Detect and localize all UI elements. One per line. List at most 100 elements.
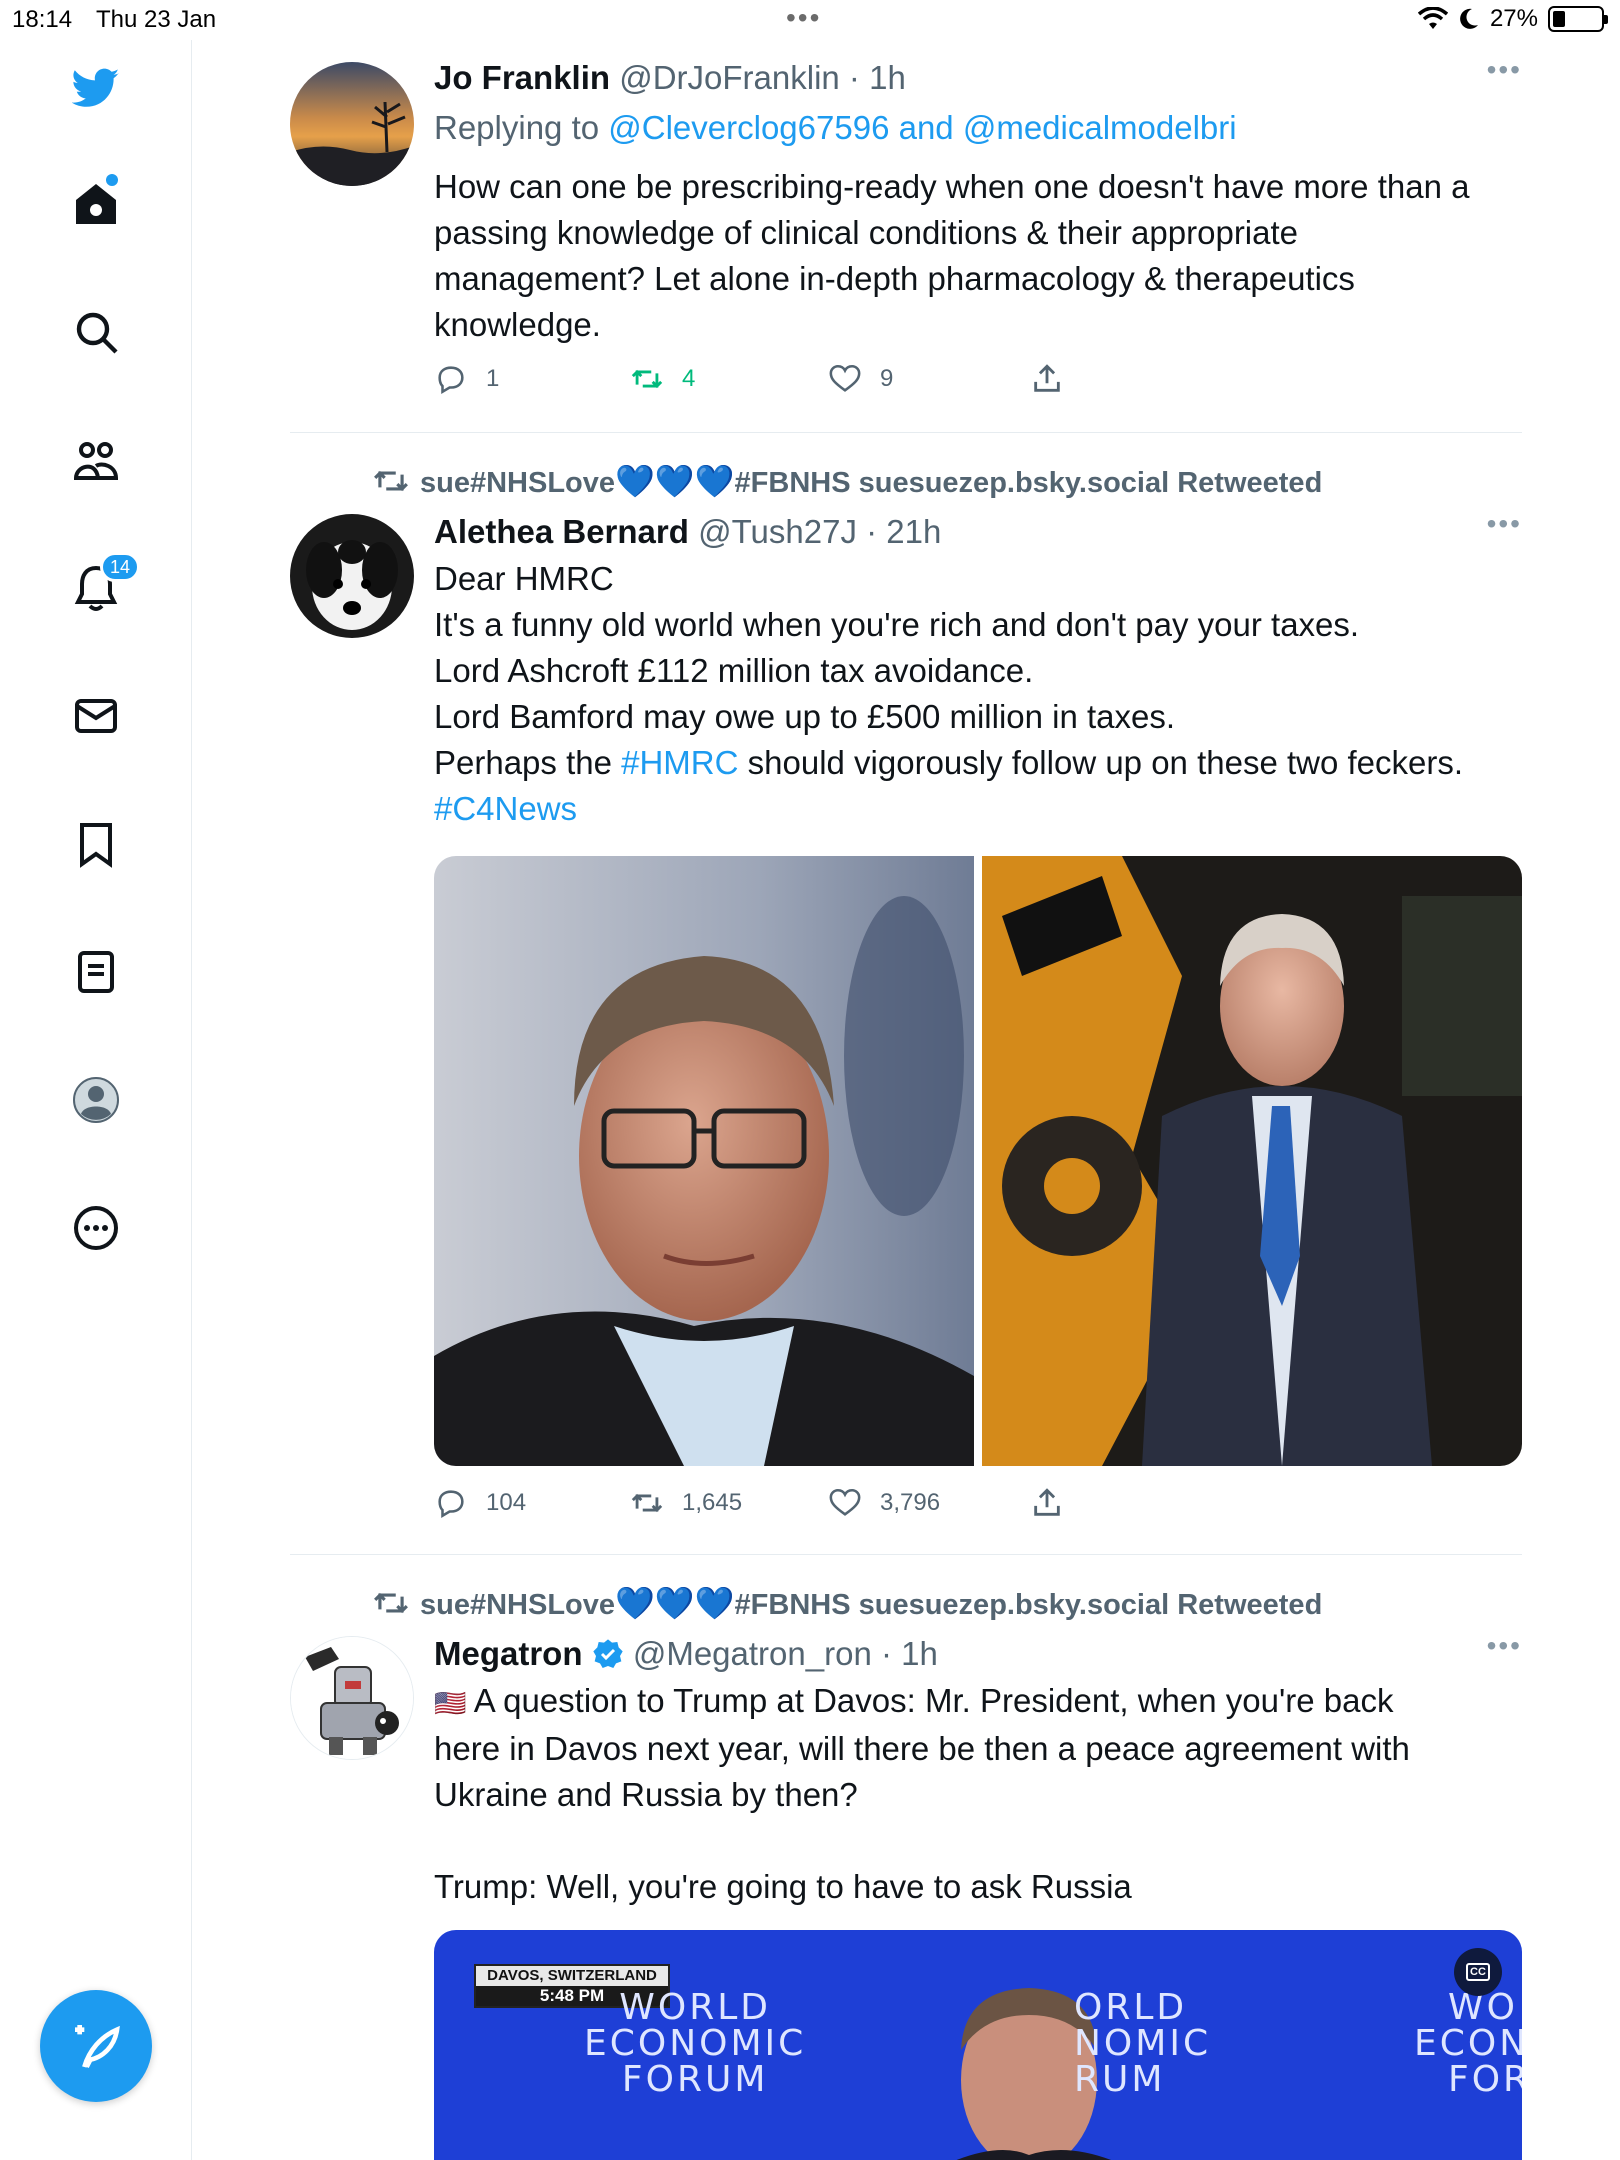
avatar[interactable] <box>290 514 414 638</box>
tweet-text-line: 🇺🇸 A question to Trump at Davos: Mr. Pre… <box>434 1678 1522 1726</box>
profile-avatar-icon[interactable] <box>66 1070 126 1130</box>
battery-icon <box>1548 6 1608 32</box>
reply-icon <box>438 366 464 395</box>
moon-icon <box>1460 8 1478 29</box>
status-indicators: 27% <box>1417 5 1608 33</box>
tweet-text-line: Ukraine and Russia by then? <box>434 1776 858 1813</box>
blue-hearts: 💙💙💙 <box>615 1585 735 1621</box>
reply-button[interactable]: 104 <box>434 1486 526 1520</box>
reply-to-link[interactable]: @Cleverclog67596 <box>608 109 889 146</box>
reply-button[interactable]: 1 <box>434 362 499 396</box>
tweet-text-line: here in Davos next year, will there be t… <box>434 1730 1410 1767</box>
status-bar: 18:14 Thu 23 Jan ••• 27% <box>0 0 1620 40</box>
separator: · <box>856 513 887 550</box>
text-segment: should vigorously follow up on these two… <box>738 744 1464 781</box>
text-segment: A question to Trump at Davos: Mr. Presid… <box>473 1682 1394 1719</box>
retweeter-name: sue#NHSLove <box>420 467 616 499</box>
tweet-text-line: Dear HMRC <box>434 560 614 597</box>
timestamp[interactable]: 1h <box>901 1635 938 1672</box>
tweet-text-line: Lord Bamford may owe up to £500 million … <box>434 698 1176 735</box>
photo-man-glasses[interactable] <box>434 856 974 1466</box>
sidebar: 14 <box>0 40 192 2160</box>
hashtag-link[interactable]: #HMRC <box>621 744 738 781</box>
text-segment: Perhaps the <box>434 744 622 781</box>
avatar[interactable] <box>290 62 414 186</box>
retweet-icon <box>374 1592 408 1614</box>
forum-text: WORLD <box>619 1987 772 2028</box>
separator: · <box>839 59 870 96</box>
tweet-divider <box>290 1554 1522 1555</box>
share-button[interactable] <box>1030 1486 1064 1520</box>
more-options-icon[interactable]: ••• <box>1487 54 1522 86</box>
multitasking-dots-icon[interactable]: ••• <box>786 2 821 34</box>
like-count: 9 <box>880 365 894 392</box>
compose-tweet-button[interactable] <box>40 1990 152 2102</box>
share-icon <box>1034 364 1060 392</box>
retweeted-by[interactable]: sue#NHSLove💙💙💙#FBNHS suesuezep.bsky.soci… <box>372 462 1322 500</box>
battery-percentage: 27% <box>1489 5 1538 32</box>
like-count: 3,796 <box>880 1489 941 1516</box>
more-options-icon[interactable]: ••• <box>1487 1630 1522 1662</box>
photo-man-suit[interactable] <box>982 856 1522 1466</box>
tweet-divider <box>290 432 1522 433</box>
handle[interactable]: @Megatron_ron <box>633 1635 872 1672</box>
timestamp[interactable]: 1h <box>869 59 906 96</box>
like-button[interactable]: 3,796 <box>828 1486 940 1520</box>
avatar[interactable] <box>290 1636 414 1760</box>
timestamp[interactable]: 21h <box>886 513 941 550</box>
more-options-icon[interactable] <box>66 1198 126 1258</box>
tweet-text-line: It's a funny old world when you're rich … <box>434 606 1360 643</box>
reply-to-link[interactable]: @medicalmodelbri <box>963 109 1237 146</box>
tweet-video[interactable]: DAVOS, SWITZERLAND 5:48 PM WORLD ECONOMI… <box>434 1930 1522 2160</box>
handle[interactable]: @Tush27J <box>698 513 857 550</box>
tweet-text-line: passing knowledge of clinical conditions… <box>434 214 1299 251</box>
tweet-header: Alethea Bernard @Tush27J · 21h <box>434 510 1522 554</box>
hashtag-link[interactable]: #C4News <box>434 786 1522 832</box>
closed-captions-button[interactable]: CC <box>1454 1948 1502 1996</box>
tweet-text-line: Trump: Well, you're going to have to ask… <box>434 1868 1132 1905</box>
more-options-icon[interactable]: ••• <box>1487 508 1522 540</box>
tweet-text-line: How can one be prescribing-ready when on… <box>434 168 1470 205</box>
retweet-button[interactable]: 1,645 <box>630 1486 742 1520</box>
bookmarks-icon[interactable] <box>66 814 126 874</box>
media-gap <box>974 856 982 1466</box>
forum-text: ECON <box>1414 2023 1522 2064</box>
verified-badge-icon <box>593 1639 623 1668</box>
communities-icon[interactable] <box>66 430 126 490</box>
forum-text: FORUM <box>621 2059 769 2100</box>
display-name[interactable]: Alethea Bernard <box>434 513 689 550</box>
lists-icon[interactable] <box>66 942 126 1002</box>
forum-text: ORLD <box>1074 1987 1188 2028</box>
forum-text: WO <box>1448 1987 1518 2028</box>
retweet-icon <box>374 470 408 492</box>
retweet-count: 4 <box>682 365 696 392</box>
forum-logo-right: WO ECON FOR <box>1414 1990 1522 2098</box>
status-date: Thu 23 Jan <box>96 6 217 33</box>
tweet-media[interactable] <box>434 856 1522 1466</box>
retweeted-by[interactable]: sue#NHSLove💙💙💙#FBNHS suesuezep.bsky.soci… <box>372 1584 1322 1622</box>
retweet-button[interactable]: 4 <box>630 362 695 396</box>
share-button[interactable] <box>1030 362 1064 396</box>
display-name[interactable]: Jo Franklin <box>434 59 610 96</box>
tweet-text-line: management? Let alone in-depth pharmacol… <box>434 260 1355 297</box>
forum-text: RUM <box>1074 2059 1166 2100</box>
tweet-text-line: knowledge. <box>434 306 601 343</box>
like-button[interactable]: 9 <box>828 362 893 396</box>
display-name[interactable]: Megatron <box>434 1635 583 1672</box>
compose-feather-icon <box>75 2025 120 2069</box>
handle[interactable]: @DrJoFranklin <box>619 59 840 96</box>
search-icon[interactable] <box>66 302 126 362</box>
forum-logo-left: WORLD ECONOMIC FORUM <box>584 1990 806 2098</box>
twitter-logo-icon[interactable] <box>66 58 126 118</box>
heart-icon <box>829 1488 861 1516</box>
reply-icon <box>438 1490 464 1519</box>
forum-logo-mid: ORLD NOMIC RUM <box>1074 1990 1211 2098</box>
tweet-actions: 1 4 9 <box>434 362 1522 402</box>
tweet-header: Jo Franklin @DrJoFranklin · 1h <box>434 56 1522 100</box>
messages-icon[interactable] <box>66 686 126 746</box>
wifi-icon <box>1417 7 1448 29</box>
retweeted-label: #FBNHS suesuezep.bsky.social Retweeted <box>734 1589 1323 1621</box>
cc-icon: CC <box>1466 1963 1490 1981</box>
retweet-count: 1,645 <box>682 1489 743 1516</box>
